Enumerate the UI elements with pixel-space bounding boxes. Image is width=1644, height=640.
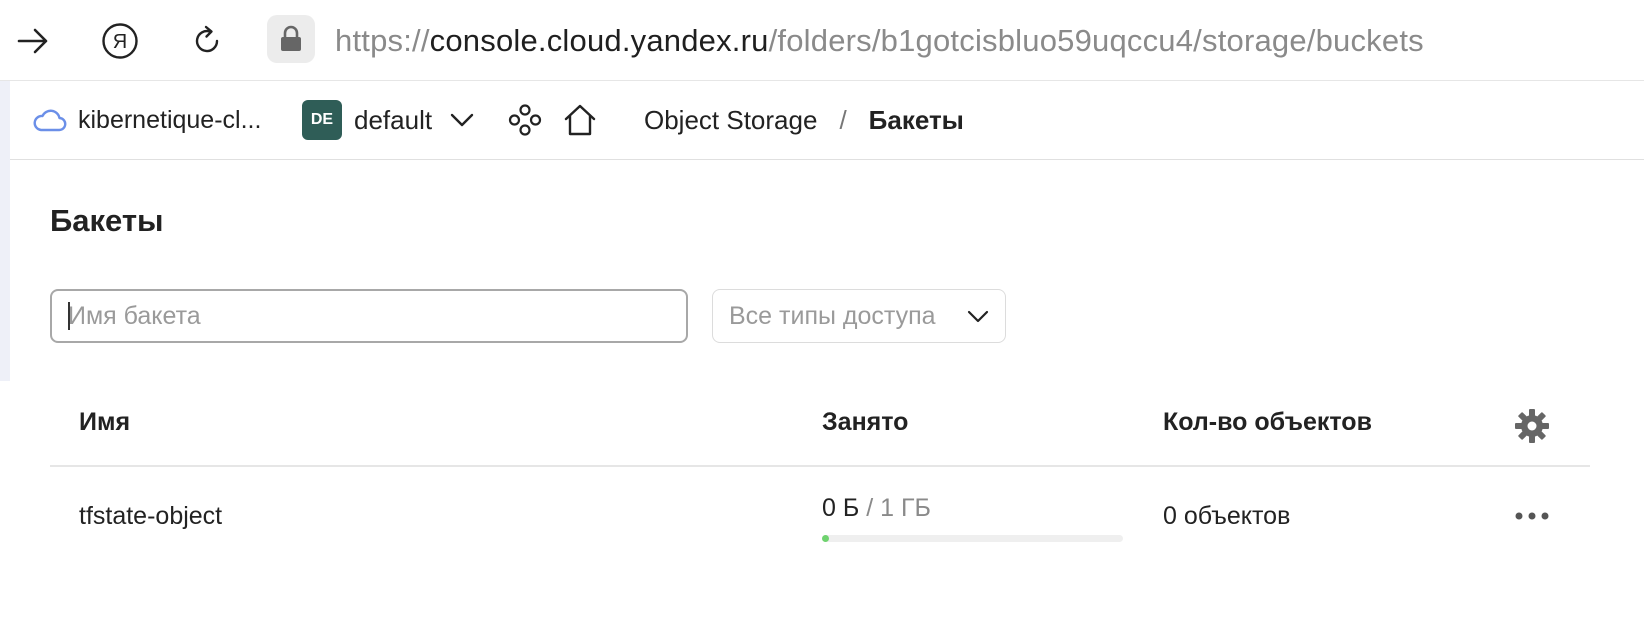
cloud-name: kibernetique-cl...: [78, 105, 262, 134]
url-scheme: https://: [335, 23, 430, 58]
folder-name: default: [354, 104, 433, 135]
services-icon: [508, 104, 542, 136]
size-quota: 1 ГБ: [880, 494, 931, 522]
services-button[interactable]: [508, 81, 542, 159]
table-settings-button[interactable]: [1512, 406, 1552, 446]
bucket-size: 0 Б / 1 ГБ: [822, 494, 931, 523]
size-used: 0 Б: [822, 494, 860, 522]
url-host: console.cloud.yandex.ru: [429, 23, 769, 58]
url-path: /folders/b1gotcisbluo59uqccu4/storage/bu…: [768, 23, 1424, 58]
text-caret: [68, 302, 70, 330]
side-navigation-edge: [0, 81, 10, 381]
column-header-objects[interactable]: Кол-во объектов: [1163, 408, 1372, 437]
access-type-label: Все типы доступа: [729, 301, 936, 330]
row-actions-button[interactable]: [1510, 500, 1554, 532]
folder-selector[interactable]: DE default: [302, 81, 474, 159]
lock-icon: [281, 25, 301, 51]
gear-icon: [1515, 409, 1549, 443]
home-icon: [564, 104, 596, 136]
bucket-name[interactable]: tfstate-object: [79, 502, 222, 531]
column-header-used[interactable]: Занято: [822, 408, 908, 437]
breadcrumb-service[interactable]: Object Storage: [644, 105, 817, 136]
address-bar[interactable]: https://console.cloud.yandex.ru/folders/…: [335, 20, 1424, 62]
forward-arrow-icon[interactable]: [10, 18, 56, 64]
browser-toolbar: Я https://console.cloud.yandex.ru/folder…: [0, 0, 1644, 81]
yandex-logo-icon[interactable]: Я: [97, 18, 143, 64]
cloud-icon: [33, 109, 67, 132]
page-title: Бакеты: [50, 203, 164, 238]
reload-icon[interactable]: [184, 18, 230, 64]
cloud-selector[interactable]: kibernetique-cl...: [32, 81, 261, 159]
usage-progress-bar: [822, 535, 1123, 542]
home-button[interactable]: [563, 81, 597, 159]
more-icon: [1515, 512, 1549, 520]
size-separator: /: [859, 494, 881, 522]
object-count: 0 объектов: [1163, 502, 1291, 530]
table-header-divider: [50, 465, 1590, 467]
site-info-button[interactable]: [267, 15, 315, 63]
breadcrumb-separator: /: [839, 104, 847, 135]
chevron-down-icon: [450, 113, 474, 127]
column-header-name[interactable]: Имя: [79, 408, 130, 437]
access-type-select[interactable]: Все типы доступа: [712, 289, 1006, 343]
usage-progress-fill: [822, 535, 829, 542]
breadcrumb-current: Бакеты: [868, 104, 964, 135]
folder-badge: DE: [302, 100, 342, 140]
breadcrumb: Object Storage / Бакеты: [644, 81, 964, 159]
console-header: kibernetique-cl... DE default Object Sto…: [10, 81, 1644, 160]
yandex-glyph: Я: [113, 31, 127, 53]
bucket-search-input[interactable]: [50, 289, 688, 343]
chevron-down-icon: [967, 310, 989, 322]
